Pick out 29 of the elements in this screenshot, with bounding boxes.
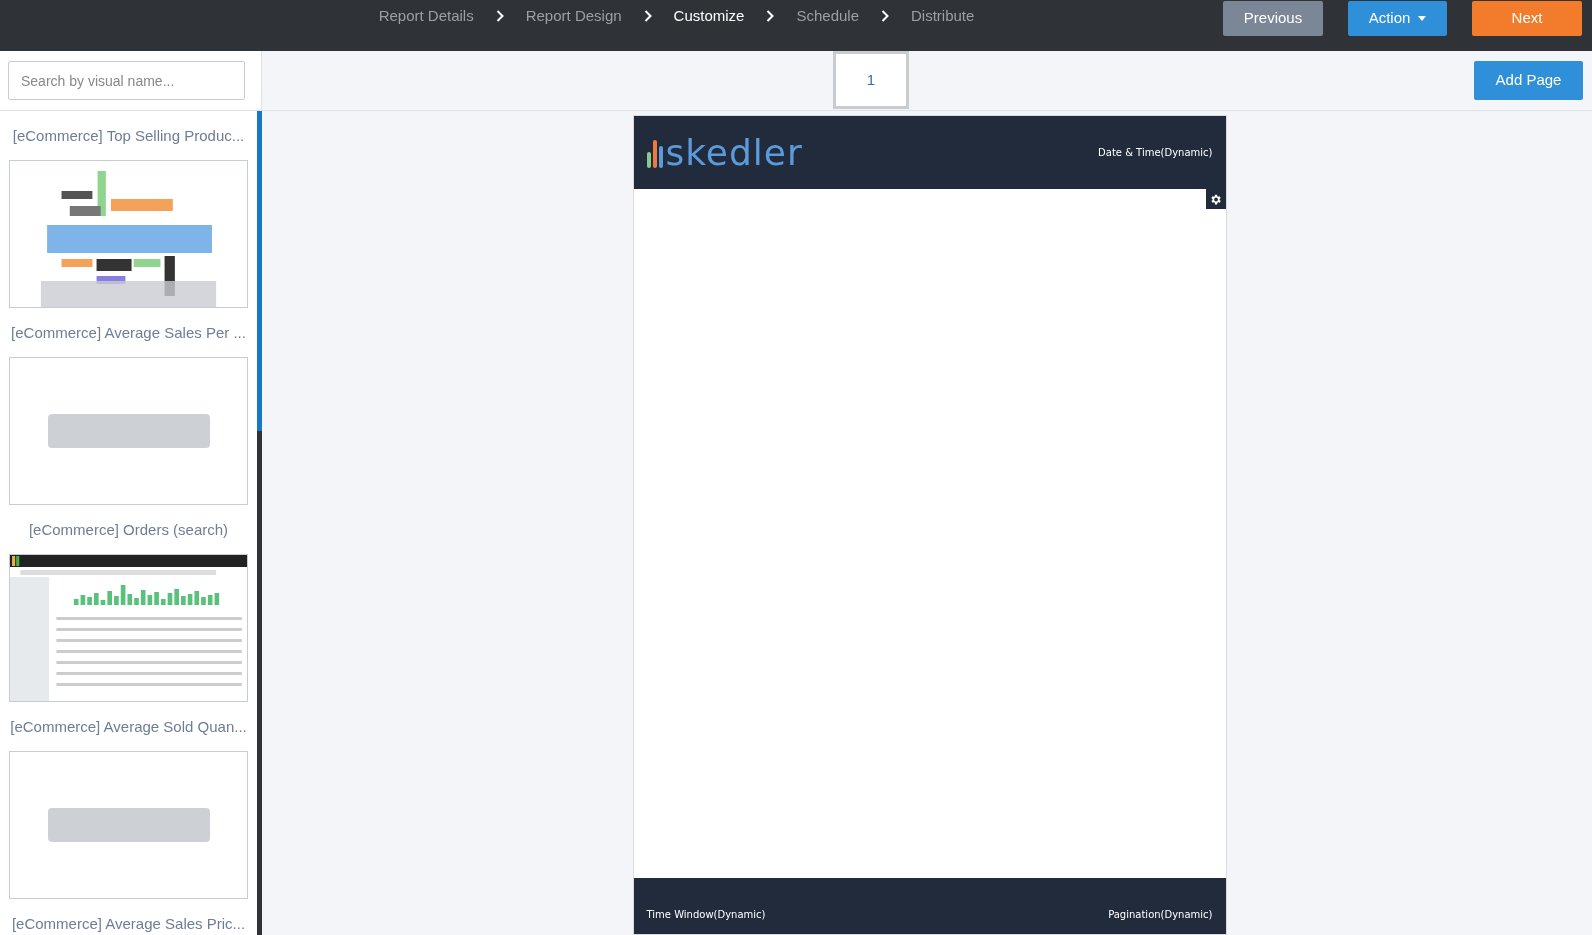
visual-title[interactable]: [eCommerce] Average Sold Quan...: [0, 716, 257, 739]
scrollbar[interactable]: [257, 111, 262, 935]
wizard-step[interactable]: Customize: [673, 4, 745, 28]
visual-title[interactable]: [eCommerce] Orders (search): [0, 519, 257, 542]
visual-title[interactable]: [eCommerce] Top Selling Produc...: [0, 125, 257, 148]
header-text: Date & Time(Dynamic): [1098, 146, 1213, 160]
chevron-icon: [495, 10, 504, 22]
visual-title[interactable]: [eCommerce] Average Sales Per ...: [0, 322, 257, 345]
wizard-step[interactable]: Distribute: [911, 4, 975, 28]
logo: skedler: [665, 137, 803, 168]
footer-text: Pagination(Dynamic): [1108, 907, 1213, 922]
search-field[interactable]: Search by visual name...: [8, 61, 245, 100]
chevron-icon: [766, 10, 775, 22]
next-button[interactable]: Next: [1472, 1, 1582, 36]
previous-button[interactable]: Previous: [1223, 1, 1323, 36]
wizard-step[interactable]: Report Details: [378, 4, 474, 28]
visual-title[interactable]: [eCommerce] Average Sales Pric...: [0, 913, 257, 935]
caret-icon: [1418, 16, 1427, 21]
settings-icon: [1209, 192, 1222, 206]
action-dropdown[interactable]: Action: [1348, 1, 1447, 36]
chevron-icon: [881, 10, 889, 22]
bars-icon: [646, 137, 663, 168]
chevron-icon: [643, 10, 652, 22]
footer-text: Time Window(Dynamic): [646, 907, 766, 922]
add-page-button[interactable]: Add Page: [1474, 61, 1583, 100]
settings-button[interactable]: [1205, 189, 1226, 209]
page-tab[interactable]: 1: [833, 51, 909, 109]
wizard-step[interactable]: Report Design: [525, 4, 622, 28]
wizard-step[interactable]: Schedule: [796, 4, 859, 28]
